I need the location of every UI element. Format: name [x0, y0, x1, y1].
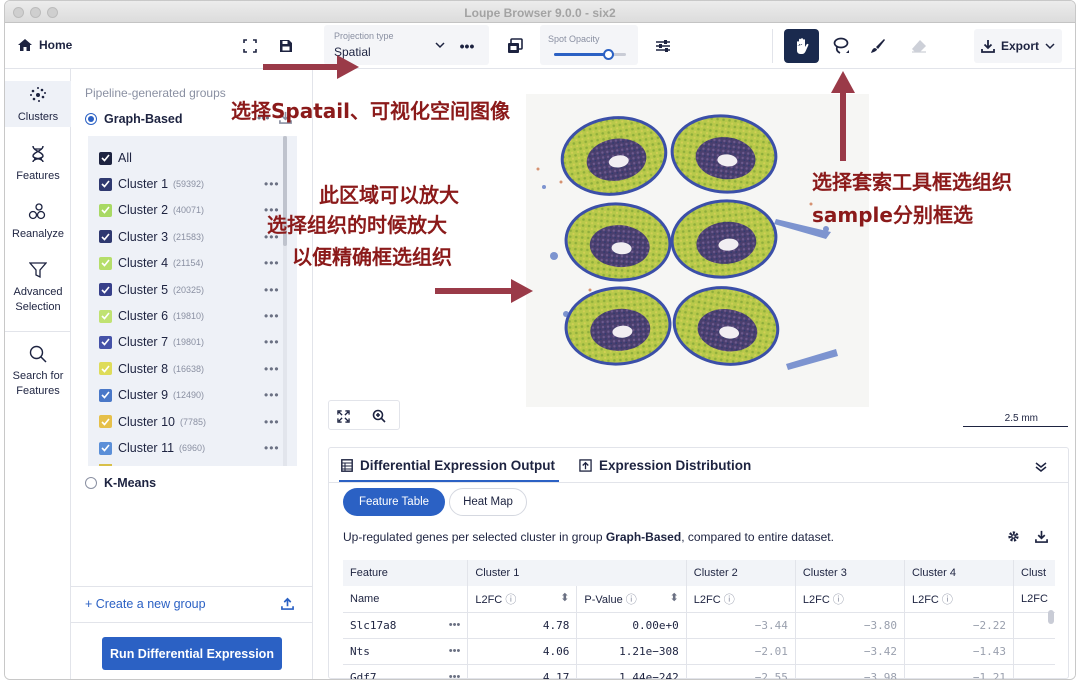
annotation-arrows: [263, 55, 855, 303]
annotation-lasso-line-1: 选择套索工具框选组织: [812, 170, 1012, 194]
annotation-zoom-line-2: 选择组织的时候放大: [267, 213, 447, 237]
annotation-zoom-line-1: 此区域可以放大: [319, 183, 459, 207]
annotation-zoom-line-3: 以便精确框选组织: [292, 245, 452, 269]
annotation-spatial: 选择Spatail、可视化空间图像: [231, 99, 510, 123]
app-window: Loupe Browser 9.0.0 - six2 Home Projecti…: [4, 0, 1076, 680]
annotation-lasso-line-2: sample分别框选: [812, 203, 973, 227]
